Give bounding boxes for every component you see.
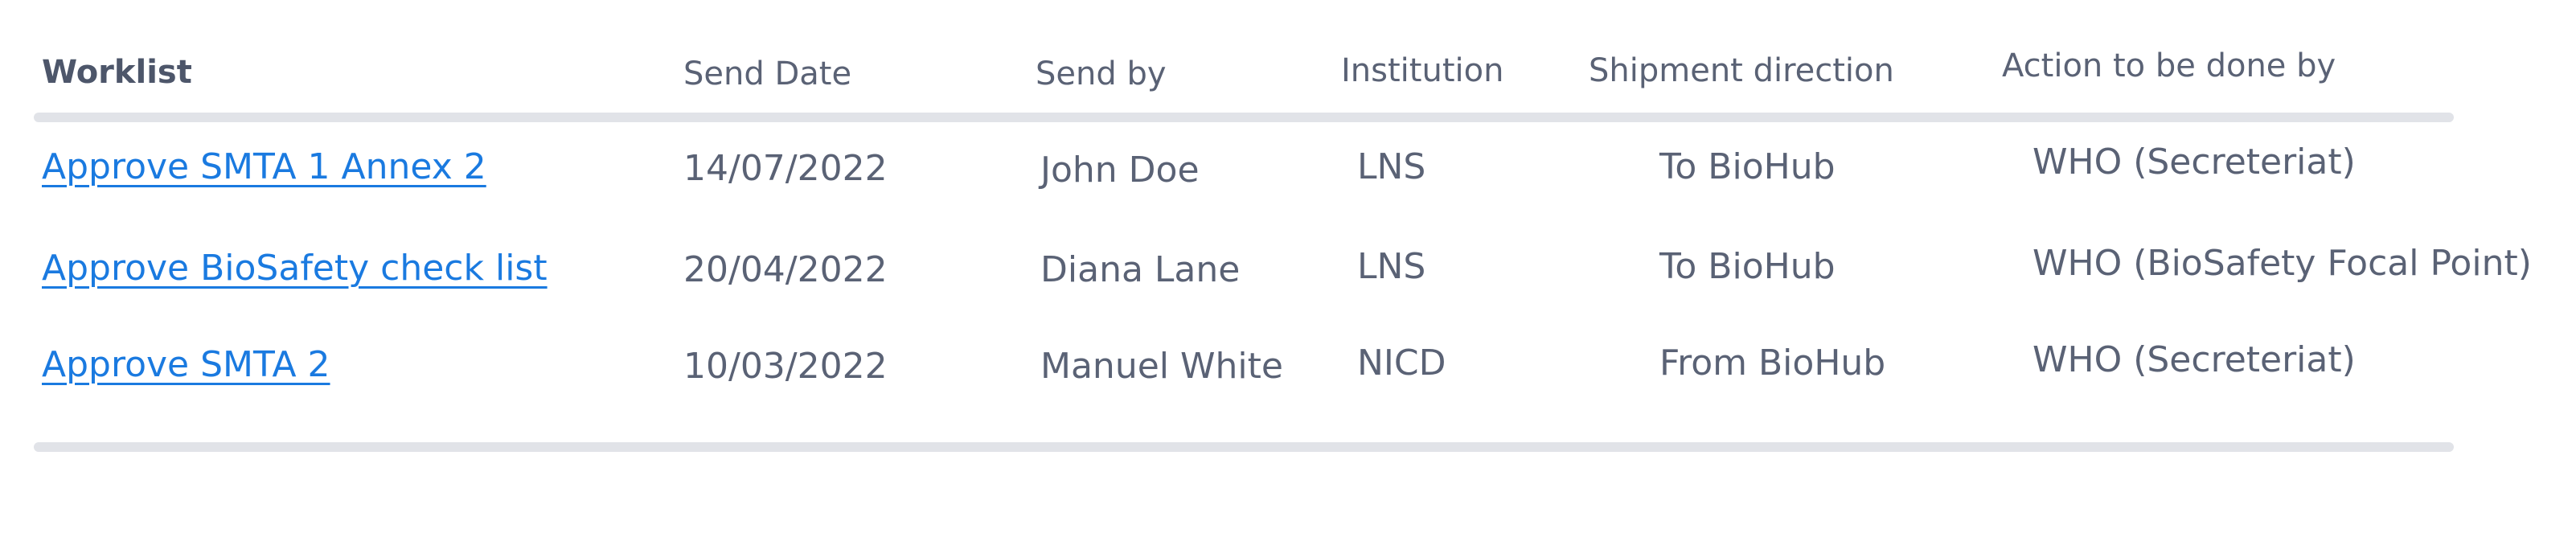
cell-institution: LNS: [1357, 146, 1426, 187]
header-action-by: Action to be done by: [2002, 47, 2336, 84]
cell-shipment-direction: From BioHub: [1659, 343, 1886, 384]
cell-send-date: 20/04/2022: [683, 249, 888, 290]
header-worklist: Worklist: [42, 54, 192, 91]
header-send-date: Send Date: [683, 55, 852, 92]
cell-shipment-direction: To BioHub: [1659, 246, 1836, 287]
cell-institution: LNS: [1357, 246, 1426, 287]
header-institution: Institution: [1341, 52, 1504, 89]
task-link-approve-smta-2[interactable]: Approve SMTA 2: [42, 347, 330, 383]
task-link-approve-biosafety-check-list[interactable]: Approve BioSafety check list: [42, 251, 548, 286]
cell-send-by: Diana Lane: [1040, 249, 1241, 290]
footer-divider: [34, 442, 2454, 452]
cell-action-by: WHO (Secreteriat): [2032, 339, 2356, 380]
cell-action-by: WHO (BioSafety Focal Point): [2032, 243, 2532, 284]
header-divider: [34, 113, 2454, 122]
cell-shipment-direction: To BioHub: [1659, 146, 1836, 187]
cell-send-by: Manuel White: [1040, 346, 1283, 387]
cell-action-by: WHO (Secreteriat): [2032, 142, 2356, 183]
cell-send-date: 14/07/2022: [683, 148, 888, 189]
cell-institution: NICD: [1357, 343, 1446, 384]
header-send-by: Send by: [1036, 55, 1167, 92]
task-link-approve-smta-1-annex-2[interactable]: Approve SMTA 1 Annex 2: [42, 150, 486, 185]
worklist-table: Worklist Send Date Send by Institution S…: [0, 0, 2576, 558]
cell-send-date: 10/03/2022: [683, 346, 888, 387]
header-shipment-direction: Shipment direction: [1589, 52, 1894, 89]
cell-send-by: John Doe: [1040, 150, 1200, 191]
